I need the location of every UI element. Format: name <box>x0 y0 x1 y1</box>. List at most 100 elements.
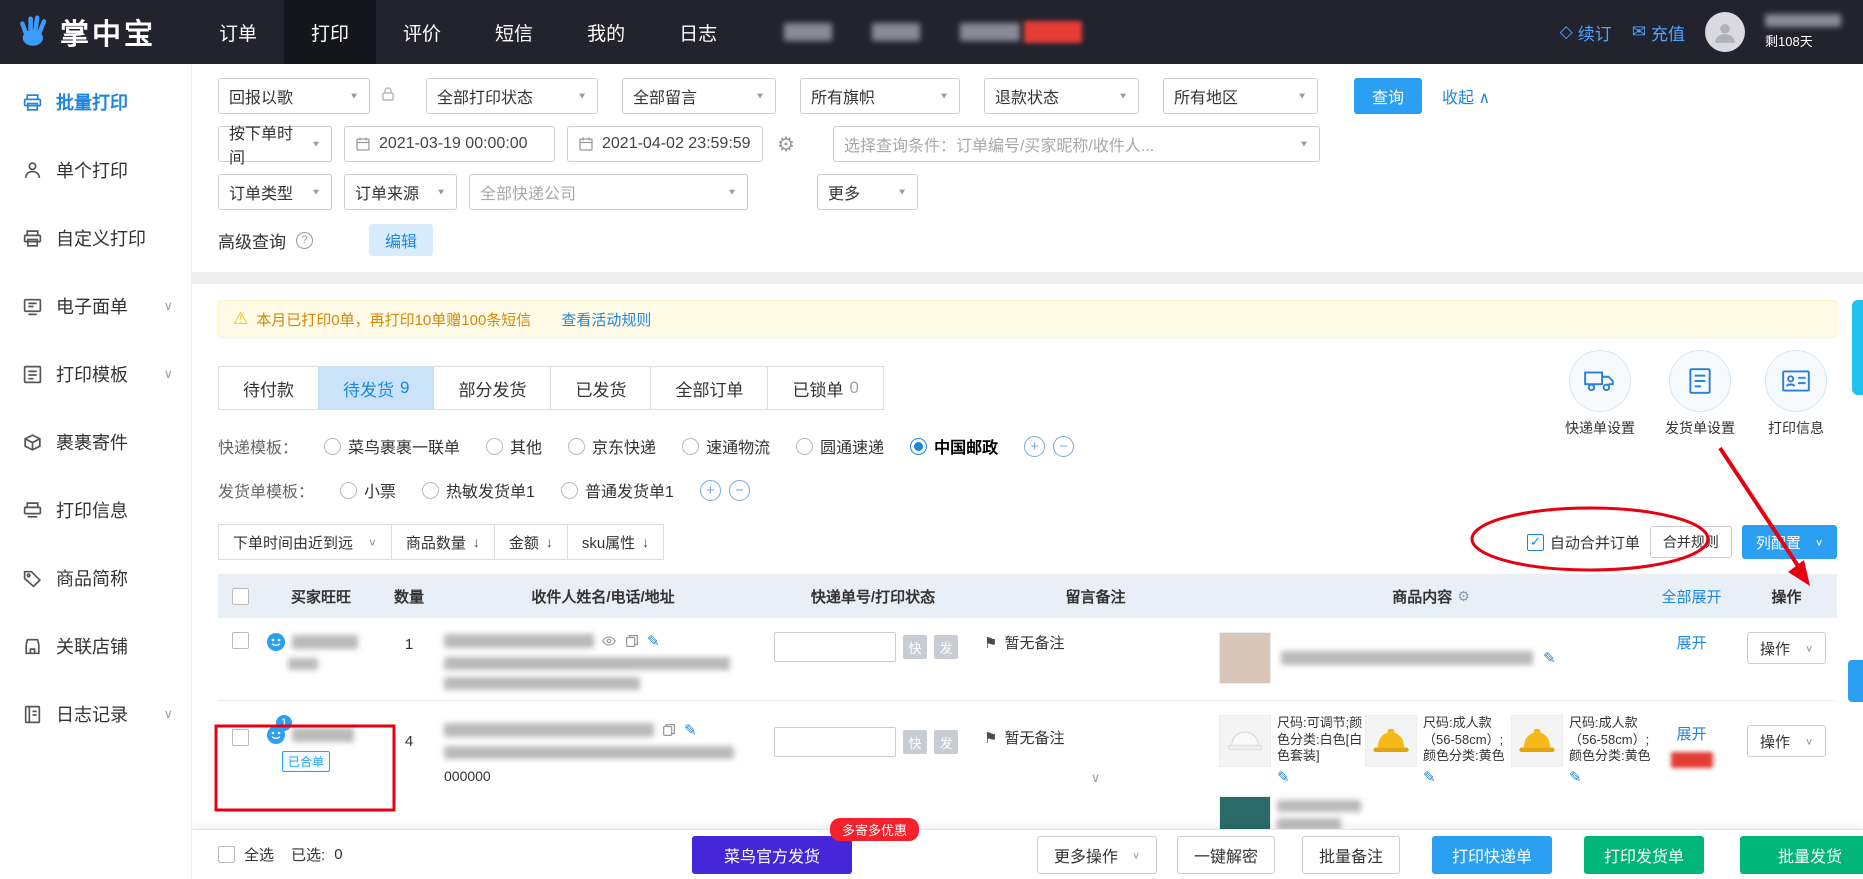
cainiao-official-ship-button[interactable]: 菜鸟官方发货 <box>692 836 852 874</box>
batch-remark-button[interactable]: 批量备注 <box>1302 836 1401 874</box>
radio-yto[interactable]: 圆通速递 <box>796 434 884 458</box>
collapse-link[interactable]: 收起 ∧ <box>1442 84 1490 108</box>
radio-thermal-invoice[interactable]: 热敏发货单1 <box>422 478 535 502</box>
nav-item-reviews[interactable]: 评价 <box>376 0 468 64</box>
date-from-input[interactable]: 2021-03-19 00:00:00 <box>344 126 555 162</box>
sidebar-item-product-abbr[interactable]: 商品简称 <box>0 544 191 612</box>
eye-icon[interactable] <box>601 633 617 649</box>
one-key-decrypt-button[interactable]: 一键解密 <box>1177 836 1276 874</box>
gear-icon[interactable]: ⚙ <box>777 132 795 157</box>
radio-other[interactable]: 其他 <box>486 434 542 458</box>
tab-locked[interactable]: 已锁单 0 <box>767 366 884 410</box>
radio-china-post[interactable]: 中国邮政 <box>910 434 998 458</box>
nav-item-orders[interactable]: 订单 <box>192 0 284 64</box>
order-source-select[interactable]: 订单来源 ▼ <box>344 174 457 210</box>
merge-rules-button[interactable]: 合并规则 <box>1649 526 1732 558</box>
search-button[interactable]: 查询 <box>1354 78 1423 114</box>
flag-icon[interactable]: ⚑ <box>984 634 997 652</box>
print-express-button[interactable]: 打印快递单 <box>1432 836 1553 874</box>
print-status-select[interactable]: 全部打印状态 ▼ <box>426 78 598 114</box>
wangwang-icon[interactable] <box>266 632 286 652</box>
courier-select[interactable]: 全部快递公司 ▼ <box>469 174 748 210</box>
date-to-input[interactable]: 2021-04-02 23:59:59 <box>567 126 763 162</box>
more-filters-select[interactable]: 更多 ▼ <box>817 174 918 210</box>
sort-by-qty[interactable]: 商品数量 ↓ <box>390 524 495 560</box>
sidebar-item-print-template[interactable]: 打印模板 ∨ <box>0 340 191 408</box>
tab-shipped[interactable]: 已发货 <box>550 366 652 410</box>
user-avatar[interactable] <box>1705 12 1745 52</box>
nav-item-mine[interactable]: 我的 <box>560 0 652 64</box>
region-select[interactable]: 所有地区 ▼ <box>1163 78 1318 114</box>
row-action-button[interactable]: 操作 ∨ <box>1746 725 1827 757</box>
recharge-link[interactable]: ✉ 充值 <box>1632 20 1685 45</box>
batch-ship-button[interactable]: 批量发货 <box>1740 836 1863 874</box>
flag-filter-select[interactable]: 所有旗帜 ▼ <box>800 78 960 114</box>
sort-by-time[interactable]: 下单时间由近到远 ∨ <box>218 524 392 560</box>
edge-panel-handle[interactable] <box>1852 300 1863 395</box>
print-invoice-button[interactable]: 打印发货单 <box>1584 836 1705 874</box>
app-logo[interactable]: 掌中宝 <box>0 11 192 53</box>
edit-icon[interactable]: ✎ <box>1423 768 1509 786</box>
order-type-select[interactable]: 订单类型 ▼ <box>218 174 332 210</box>
edit-icon[interactable]: ✎ <box>1569 768 1655 786</box>
copy-icon[interactable] <box>624 633 640 649</box>
edit-icon[interactable]: ✎ <box>647 632 660 650</box>
nav-item-sms[interactable]: 短信 <box>468 0 560 64</box>
refund-status-select[interactable]: 退款状态 ▼ <box>984 78 1139 114</box>
edit-icon[interactable]: ✎ <box>1543 649 1556 667</box>
edge-widget-handle[interactable] <box>1848 660 1863 702</box>
nav-item-print[interactable]: 打印 <box>284 0 377 64</box>
waybill-input[interactable] <box>774 632 896 662</box>
renew-link[interactable]: ◇ 续订 <box>1560 20 1612 45</box>
radio-cainiao-one[interactable]: 菜鸟裹裹一联单 <box>324 434 460 458</box>
checkbox-checked-icon[interactable]: ✓ <box>1526 533 1544 551</box>
edit-icon[interactable]: ✎ <box>684 721 697 739</box>
activity-rules-link[interactable]: 查看活动规则 <box>561 309 651 330</box>
tab-partial-ship[interactable]: 部分发货 <box>433 366 552 410</box>
sidebar-item-log-records[interactable]: 日志记录 ∨ <box>0 680 191 748</box>
shop-select[interactable]: 回报以歌 ▼ <box>218 78 370 114</box>
gear-icon[interactable]: ⚙ <box>1457 588 1470 605</box>
sidebar-item-ewaybill[interactable]: 电子面单 ∨ <box>0 272 191 340</box>
time-type-select[interactable]: 按下单时间 ▼ <box>218 126 332 167</box>
minus-icon[interactable]: − <box>728 479 750 501</box>
flag-icon[interactable]: ⚑ <box>984 729 997 747</box>
auto-merge-toggle[interactable]: ✓ 自动合并订单 <box>1526 532 1640 553</box>
row-checkbox[interactable] <box>231 729 249 746</box>
sidebar-item-print-info[interactable]: 打印信息 <box>0 476 191 544</box>
plus-icon[interactable]: + <box>1024 435 1046 457</box>
print-info-settings[interactable]: 打印信息 <box>1765 350 1827 438</box>
message-filter-select[interactable]: 全部留言 ▼ <box>622 78 776 114</box>
radio-jd[interactable]: 京东快递 <box>568 434 656 458</box>
express-sheet-settings[interactable]: 快递单设置 <box>1565 350 1635 438</box>
row-checkbox[interactable] <box>231 632 249 649</box>
expand-all-link[interactable]: 全部展开 <box>1649 586 1734 607</box>
copy-icon[interactable] <box>661 722 677 738</box>
column-config-button[interactable]: 列配置 ∨ <box>1741 525 1837 559</box>
blurred-nav-item-with-badge[interactable] <box>960 21 1083 43</box>
sort-by-sku[interactable]: sku属性 ↓ <box>566 524 665 560</box>
select-all-checkbox[interactable] <box>218 846 235 863</box>
minus-icon[interactable]: − <box>1053 435 1075 457</box>
row-action-button[interactable]: 操作 ∨ <box>1746 632 1827 664</box>
sidebar-item-single-print[interactable]: 单个打印 <box>0 136 191 204</box>
select-all-checkbox[interactable] <box>231 587 249 605</box>
plus-icon[interactable]: + <box>699 479 721 501</box>
invoice-sheet-settings[interactable]: 发货单设置 <box>1665 350 1735 438</box>
keyword-search-select[interactable]: 选择查询条件：订单编号/买家昵称/收件人... ▼ <box>832 126 1320 162</box>
more-actions-button[interactable]: 更多操作 ∨ <box>1037 836 1158 874</box>
chevron-down-icon[interactable]: ∨ <box>1091 770 1101 786</box>
sort-by-amount[interactable]: 金额 ↓ <box>493 524 568 560</box>
blurred-nav-item[interactable] <box>872 23 921 41</box>
sidebar-item-custom-print[interactable]: 自定义打印 <box>0 204 191 272</box>
edit-icon[interactable]: ✎ <box>1277 768 1363 786</box>
waybill-input[interactable] <box>774 727 896 757</box>
sidebar-item-linked-shops[interactable]: 关联店铺 <box>0 612 191 680</box>
expand-row-link[interactable]: 展开 <box>1676 632 1706 653</box>
tab-pending-ship[interactable]: 待发货 9 <box>318 366 435 410</box>
sidebar-item-guoguo-ship[interactable]: 裹裹寄件 <box>0 408 191 476</box>
tab-all-orders[interactable]: 全部订单 <box>650 366 769 410</box>
radio-normal-invoice[interactable]: 普通发货单1 <box>560 478 674 502</box>
blurred-nav-item[interactable] <box>784 23 833 41</box>
expand-row-link[interactable]: 展开 <box>1676 723 1706 744</box>
